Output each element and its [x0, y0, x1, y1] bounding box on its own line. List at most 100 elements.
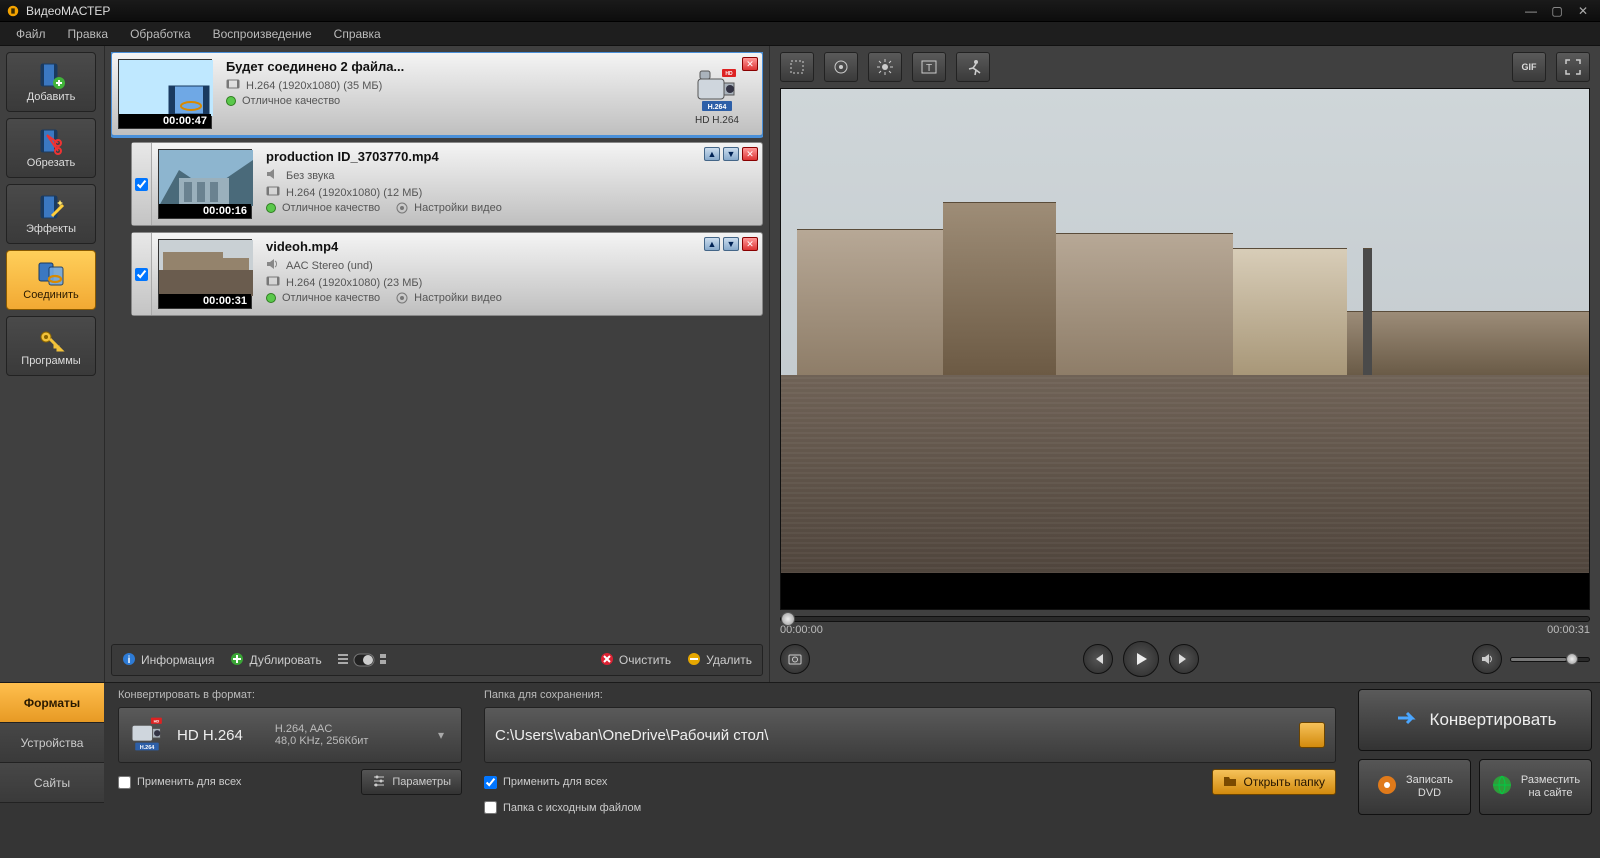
seek-bar-row — [770, 610, 1600, 624]
tab-sites[interactable]: Сайты — [0, 763, 104, 803]
save-path-box: C:\Users\vaban\OneDrive\Рабочий стол\ — [484, 707, 1336, 763]
quality-label: Отличное качество — [242, 95, 340, 107]
brightness-tool-button[interactable] — [868, 52, 902, 82]
move-up-button[interactable]: ▲ — [704, 237, 720, 251]
file-checkbox[interactable] — [135, 178, 148, 191]
play-button[interactable] — [1123, 641, 1159, 677]
file-right-col: ▲ ▼ ✕ — [672, 233, 762, 315]
info-button[interactable]: iИнформация — [122, 652, 214, 669]
parameters-button[interactable]: Параметры — [361, 769, 462, 795]
svg-text:H.264: H.264 — [708, 104, 727, 111]
tab-formats[interactable]: Форматы — [0, 683, 104, 723]
speed-tool-button[interactable] — [956, 52, 990, 82]
video-codec-label: H.264 (1920x1080) (23 МБ) — [286, 277, 422, 289]
convert-arrow-icon — [1394, 705, 1420, 736]
menu-edit[interactable]: Правка — [58, 24, 119, 44]
apply-all-checkbox-2[interactable] — [484, 776, 497, 789]
save-path: C:\Users\vaban\OneDrive\Рабочий стол\ — [495, 727, 1289, 744]
apply-all-checkbox[interactable] — [118, 776, 131, 789]
volume-slider[interactable] — [1510, 657, 1590, 662]
convert-button[interactable]: Конвертировать — [1358, 689, 1592, 751]
save-panel-head: Папка для сохранения: — [484, 689, 1336, 701]
app-title: ВидеоМАСТЕР — [26, 4, 110, 18]
tab-devices[interactable]: Устройства — [0, 723, 104, 763]
film-scissors-icon — [37, 127, 65, 155]
apply-all-label: Применить для всех — [137, 776, 241, 788]
sidebar-crop[interactable]: Обрезать — [6, 118, 96, 178]
file-list: 00:00:47 Будет соединено 2 файла... H.26… — [111, 52, 763, 640]
clear-button[interactable]: Очистить — [600, 652, 671, 669]
move-down-button[interactable]: ▼ — [723, 147, 739, 161]
player-controls — [770, 636, 1600, 682]
thumbnail[interactable]: 00:00:16 — [158, 149, 252, 219]
text-tool-button[interactable]: T — [912, 52, 946, 82]
move-up-button[interactable]: ▲ — [704, 147, 720, 161]
clear-icon — [600, 652, 614, 669]
export-gif-button[interactable]: GIF — [1512, 52, 1546, 82]
file-info: production ID_3703770.mp4 Без звука H.26… — [258, 143, 672, 225]
format-name: HD H.264 — [177, 727, 243, 744]
format-tabs: Форматы Устройства Сайты — [0, 683, 104, 858]
move-down-button[interactable]: ▼ — [723, 237, 739, 251]
view-toggle[interactable] — [338, 652, 388, 668]
menu-help[interactable]: Справка — [324, 24, 391, 44]
fullscreen-button[interactable] — [1556, 52, 1590, 82]
delete-button[interactable]: Удалить — [687, 652, 752, 669]
remove-file-button[interactable]: ✕ — [742, 57, 758, 71]
audio-label: AAC Stereo (und) — [286, 260, 373, 272]
sidebar-join[interactable]: Соединить — [6, 250, 96, 310]
speaker-icon — [266, 168, 280, 183]
video-preview[interactable] — [780, 88, 1590, 610]
video-codec-label: H.264 (1920x1080) (35 МБ) — [246, 80, 382, 92]
plus-icon — [230, 652, 244, 669]
camera-icon — [787, 651, 803, 667]
crop-tool-button[interactable] — [780, 52, 814, 82]
menu-processing[interactable]: Обработка — [120, 24, 201, 44]
minimize-button[interactable]: — — [1520, 4, 1542, 18]
close-window-button[interactable]: ✕ — [1572, 4, 1594, 18]
video-settings-link[interactable]: Настройки видео — [414, 292, 502, 304]
publish-button[interactable]: Разместитьна сайте — [1479, 759, 1592, 815]
running-icon — [964, 58, 982, 76]
sidebar-add-label: Добавить — [27, 91, 76, 103]
mute-button[interactable] — [1472, 644, 1502, 674]
file-card[interactable]: 00:00:16 production ID_3703770.mp4 Без з… — [131, 142, 763, 226]
video-settings-link[interactable]: Настройки видео — [414, 202, 502, 214]
file-card[interactable]: 00:00:31 videoh.mp4 AAC Stereo (und) H.2… — [131, 232, 763, 316]
remove-file-button[interactable]: ✕ — [742, 237, 758, 251]
next-button[interactable] — [1169, 644, 1199, 674]
film-link-icon — [37, 259, 65, 287]
menu-file[interactable]: Файл — [6, 24, 56, 44]
browse-folder-button[interactable] — [1299, 722, 1325, 748]
format-selector[interactable]: HDH.264 HD H.264 H.264, AAC 48,0 KHz, 25… — [118, 707, 462, 763]
seek-knob[interactable] — [781, 612, 795, 626]
snapshot-button[interactable] — [780, 644, 810, 674]
preview-toolbar: T GIF — [770, 46, 1600, 88]
remove-file-button[interactable]: ✕ — [742, 147, 758, 161]
thumbnail[interactable]: 00:00:31 — [158, 239, 252, 309]
text-frame-icon: T — [920, 58, 938, 76]
film-plus-icon — [37, 61, 65, 89]
seek-bar[interactable] — [780, 616, 1590, 622]
prev-button[interactable] — [1083, 644, 1113, 674]
file-checkbox[interactable] — [135, 268, 148, 281]
sun-icon — [876, 58, 894, 76]
sidebar-add[interactable]: Добавить — [6, 52, 96, 112]
maximize-button[interactable]: ▢ — [1546, 4, 1568, 18]
burn-dvd-button[interactable]: ЗаписатьDVD — [1358, 759, 1471, 815]
camcorder-icon: HDH.264 — [694, 67, 740, 113]
duplicate-button[interactable]: Дублировать — [230, 652, 321, 669]
file-card-merged[interactable]: 00:00:47 Будет соединено 2 файла... H.26… — [111, 52, 763, 136]
volume-knob[interactable] — [1566, 653, 1578, 665]
source-folder-checkbox[interactable] — [484, 801, 497, 814]
thumbnail[interactable]: 00:00:47 — [118, 59, 212, 129]
play-icon — [1133, 651, 1149, 667]
sidebar-programs[interactable]: Программы — [6, 316, 96, 376]
menu-playback[interactable]: Воспроизведение — [203, 24, 322, 44]
sidebar-effects[interactable]: Эффекты — [6, 184, 96, 244]
lens-tool-button[interactable] — [824, 52, 858, 82]
chevron-down-icon: ▾ — [431, 728, 451, 742]
sidebar-join-label: Соединить — [23, 289, 79, 301]
speaker-icon — [1480, 652, 1494, 666]
open-folder-button[interactable]: Открыть папку — [1212, 769, 1336, 795]
